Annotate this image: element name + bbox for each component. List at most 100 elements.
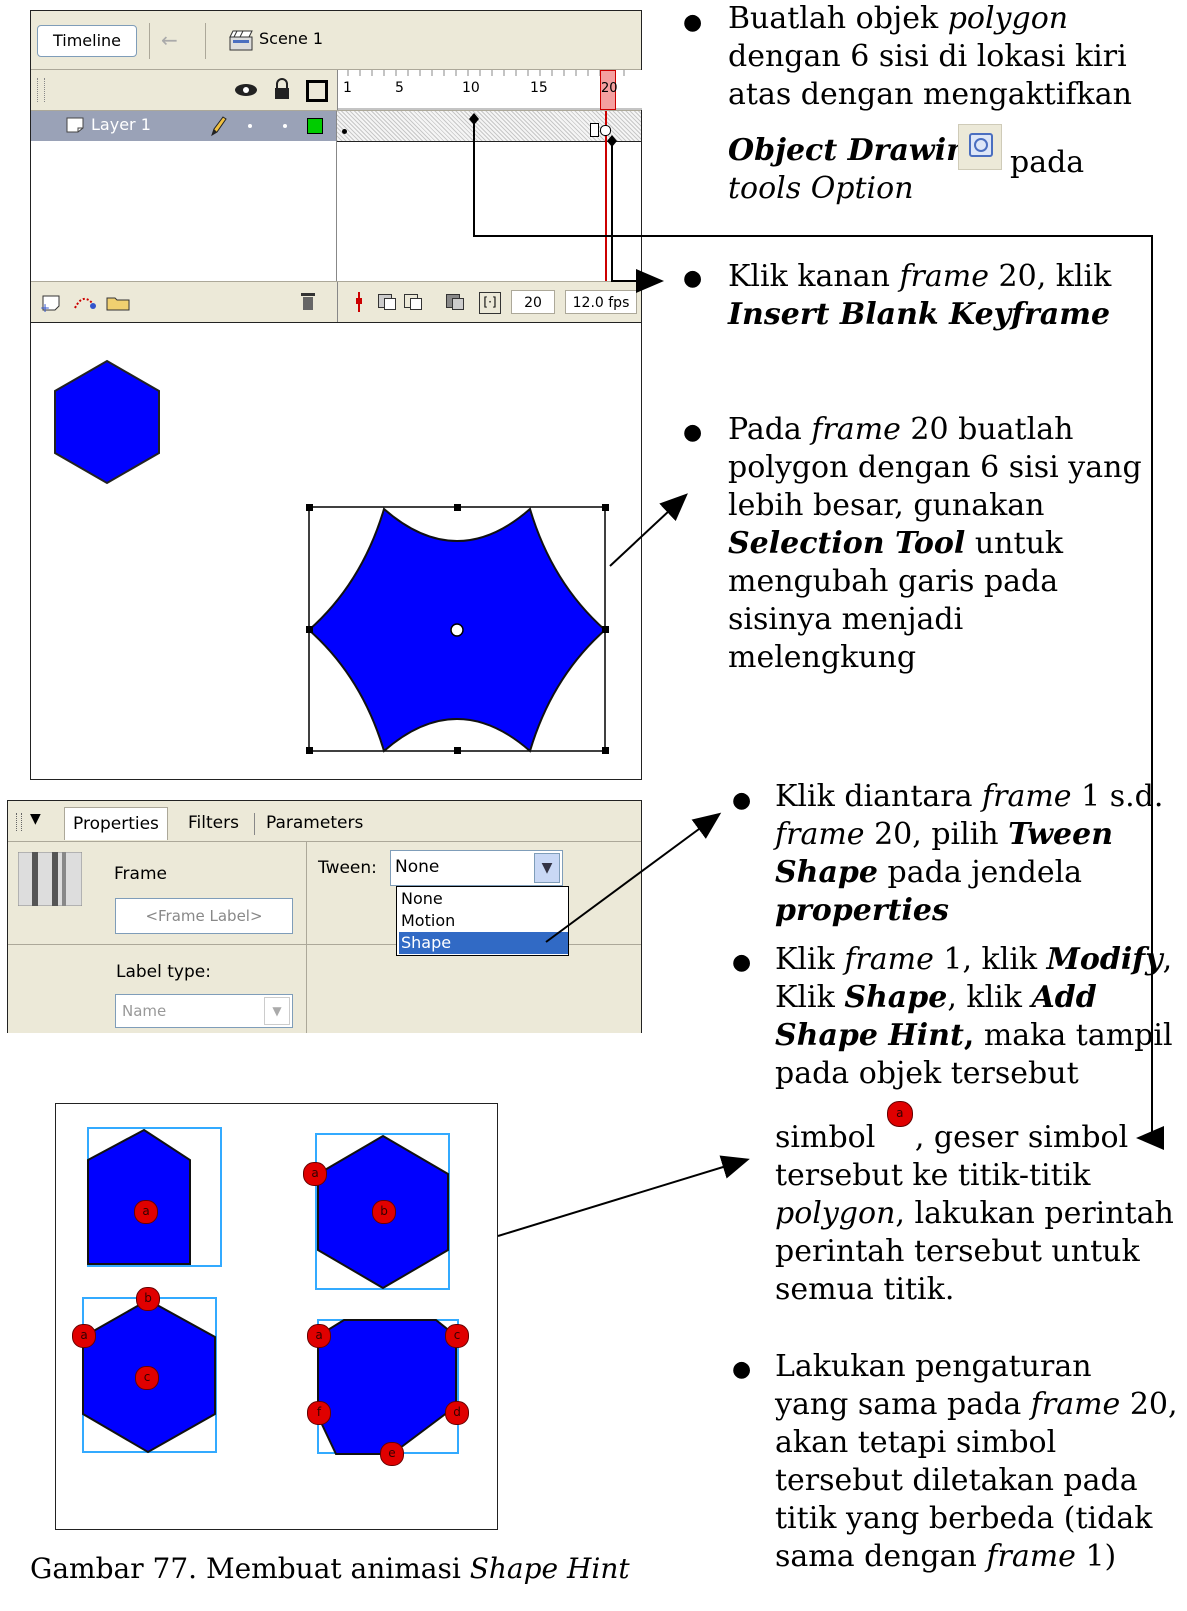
frame-label-input[interactable]: <Frame Label> <box>115 898 293 934</box>
section-divider <box>306 842 307 1033</box>
instruction-line: Buatlah objek polygon <box>728 1 1069 36</box>
layer-icon <box>66 117 84 133</box>
small-hexagon <box>54 359 160 485</box>
scene-clapperboard-icon <box>229 30 253 51</box>
tween-label: Tween: <box>318 858 377 878</box>
add-layer-icons[interactable]: + <box>39 290 139 314</box>
ruler-label: 5 <box>395 80 404 96</box>
object-drawing-icon <box>958 124 1002 170</box>
toolbar-divider <box>149 23 150 59</box>
frame-label: Frame <box>114 864 167 884</box>
center-frame-icon[interactable] <box>351 290 367 314</box>
caption-italic: Shape Hint <box>469 1552 630 1585</box>
ruler-label: 10 <box>462 80 480 96</box>
lock-icon[interactable] <box>273 78 291 100</box>
connector-line <box>497 1155 750 1237</box>
hint-marker[interactable]: f <box>307 1401 331 1425</box>
layer-list: Layer 1 <box>31 111 337 281</box>
instruction-4: Klik diantara frame 1 s.d. frame 20, pil… <box>775 779 1164 928</box>
pada-text: pada <box>1010 145 1085 180</box>
ruler-ticks <box>338 70 642 110</box>
bullet-icon: ● <box>732 788 752 813</box>
hint-symbol-icon: a <box>886 1101 913 1127</box>
tween-selected-value: None <box>395 857 440 877</box>
hint-marker[interactable]: a <box>72 1324 96 1348</box>
bullet-icon: ● <box>732 1357 752 1382</box>
label-type-value: Name <box>122 1002 167 1020</box>
bullet-icon: ● <box>683 420 703 445</box>
modify-onion-markers-icon[interactable]: [·] <box>479 292 501 314</box>
bullet-icon: ● <box>683 266 703 291</box>
toolbar-divider <box>205 23 206 59</box>
caption-prefix: Gambar 77. Membuat animasi <box>30 1552 470 1585</box>
scene-label[interactable]: Scene 1 <box>259 29 323 48</box>
chevron-down-icon[interactable]: ▼ <box>534 853 560 883</box>
tab-filters[interactable]: Filters <box>188 807 239 839</box>
timeline-toolbar: Timeline ← Scene 1 <box>31 11 641 70</box>
frame-rate-field[interactable]: 12.0 fps <box>565 290 637 314</box>
eye-icon[interactable] <box>234 82 258 98</box>
tween-option-motion[interactable]: Motion <box>399 910 568 932</box>
lock-dot[interactable] <box>283 124 287 128</box>
outline-icon[interactable] <box>306 80 328 102</box>
instruction-3: Pada frame 20 buatlah polygon dengan 6 s… <box>728 412 1142 675</box>
frame-ruler[interactable]: 1 5 10 15 20 <box>337 70 642 110</box>
hint-marker[interactable]: b <box>136 1287 160 1311</box>
label-type-select[interactable]: Name ▼ <box>115 994 293 1028</box>
keyframe-1[interactable] <box>342 129 347 134</box>
hint-marker[interactable]: e <box>380 1442 404 1466</box>
stage[interactable] <box>31 323 641 779</box>
edit-multiple-frames-icon[interactable] <box>444 294 464 310</box>
tab-parameters[interactable]: Parameters <box>266 807 363 839</box>
tween-option-shape[interactable]: Shape <box>399 932 568 954</box>
instruction-2: Klik kanan frame 20, klik Insert Blank K… <box>728 259 1112 332</box>
bullet-icon: ● <box>683 10 703 35</box>
frames-area[interactable] <box>337 111 641 281</box>
instruction-5: Klik frame 1, klik Modify, Klik Shape, k… <box>775 942 1174 1307</box>
hint-marker[interactable]: b <box>372 1200 396 1224</box>
shape-hints-canvas <box>82 1127 459 1455</box>
playhead-label: 20 <box>601 81 618 96</box>
svg-text:+: + <box>40 301 50 314</box>
hint-marker[interactable]: a <box>303 1162 327 1186</box>
shape-hints-figure: a a b b a c a c d e f <box>55 1103 498 1530</box>
layer-row[interactable]: Layer 1 <box>31 111 336 141</box>
current-frame-field[interactable]: 20 <box>511 290 555 314</box>
chevron-down-icon: ▼ <box>264 997 290 1025</box>
hint-marker[interactable]: a <box>134 1200 158 1224</box>
stage-canvas <box>54 359 609 754</box>
visibility-dot[interactable] <box>248 124 252 128</box>
instruction-line: atas dengan mengaktifkan <box>728 77 1132 112</box>
hint-marker[interactable]: a <box>307 1324 331 1348</box>
instruction-line: dengan 6 sisi di lokasi kiri <box>728 39 1127 74</box>
collapse-triangle-icon[interactable]: ▼ <box>30 811 41 827</box>
onion-skin-icons[interactable] <box>376 290 428 314</box>
divider <box>337 282 338 322</box>
pencil-icon <box>211 116 227 137</box>
figure-caption: Gambar 77. Membuat animasi Shape Hint <box>30 1552 630 1585</box>
trash-icon[interactable] <box>299 290 317 312</box>
tab-divider <box>254 813 255 835</box>
timeline-button[interactable]: Timeline <box>37 25 137 57</box>
instruction-6: Lakukan pengaturan yang sama pada frame … <box>775 1349 1178 1574</box>
hint-marker[interactable]: c <box>135 1366 159 1390</box>
hint-marker[interactable]: d <box>445 1401 469 1425</box>
layer-color-swatch[interactable] <box>307 118 323 134</box>
bullet-icon: ● <box>732 950 752 975</box>
tween-dropdown-list: None Motion Shape <box>396 886 569 956</box>
properties-panel: ▼ Properties Filters Parameters Frame <F… <box>7 800 642 1033</box>
drag-handle-icon[interactable] <box>37 78 45 102</box>
tween-option-none[interactable]: None <box>399 888 568 910</box>
timeline-header: 1 5 10 15 20 <box>31 70 642 111</box>
tab-properties[interactable]: Properties <box>64 807 168 840</box>
transform-point <box>450 623 464 637</box>
hint-marker[interactable]: c <box>445 1324 469 1348</box>
layer-name[interactable]: Layer 1 <box>91 115 151 134</box>
playhead[interactable]: 20 <box>600 70 618 110</box>
frame-end-marker <box>590 123 599 137</box>
drag-handle-icon[interactable] <box>16 813 22 831</box>
tween-select[interactable]: None ▼ <box>390 850 563 886</box>
label-type-label: Label type: <box>116 962 211 982</box>
back-arrow-icon[interactable]: ← <box>161 29 185 51</box>
keyframe-20[interactable] <box>600 125 611 136</box>
